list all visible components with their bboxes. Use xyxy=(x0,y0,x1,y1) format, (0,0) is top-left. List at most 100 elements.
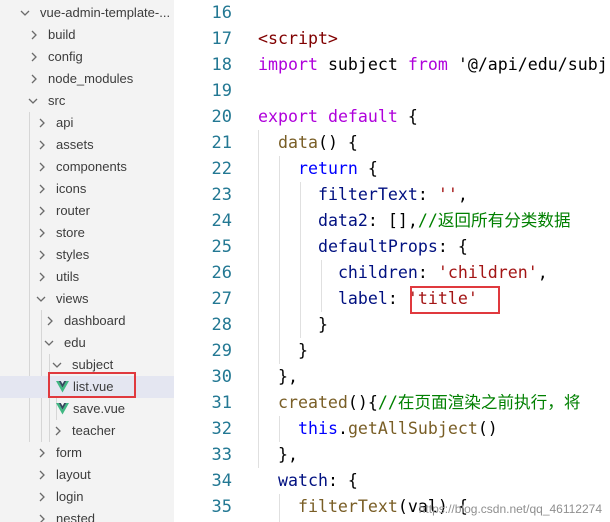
line-number: 26 xyxy=(211,263,232,283)
explorer-item-api[interactable]: api xyxy=(0,112,174,134)
explorer-item-label: views xyxy=(56,291,89,306)
line-number: 17 xyxy=(211,29,232,49)
explorer-item-components[interactable]: components xyxy=(0,156,174,178)
chevron-right-icon xyxy=(38,512,46,522)
chevron-right-icon xyxy=(38,160,46,174)
chevron-right-icon xyxy=(38,270,46,284)
line-number: 28 xyxy=(211,315,232,335)
explorer-item-label: dashboard xyxy=(64,313,126,328)
code-line[interactable]: defaultProps: { xyxy=(258,234,468,260)
code-line[interactable]: } xyxy=(258,338,308,364)
line-number: 25 xyxy=(211,237,232,257)
explorer-item-label: router xyxy=(56,203,90,218)
code-line[interactable]: }, xyxy=(258,442,298,468)
chevron-right-icon xyxy=(46,314,54,328)
code-line[interactable]: export default { xyxy=(258,104,418,130)
explorer-item-label: icons xyxy=(56,181,87,196)
explorer-item-nested[interactable]: nested xyxy=(0,508,174,522)
explorer-item-label: form xyxy=(56,445,82,460)
code-line[interactable]: watch: { xyxy=(258,468,358,494)
line-number: 19 xyxy=(211,81,232,101)
explorer-item-views[interactable]: views xyxy=(0,288,174,310)
code-line[interactable]: data() { xyxy=(258,130,358,156)
line-number: 18 xyxy=(211,55,232,75)
chevron-right-icon xyxy=(38,116,46,130)
explorer-item-icons[interactable]: icons xyxy=(0,178,174,200)
chevron-right-icon xyxy=(30,50,38,64)
line-number: 35 xyxy=(211,497,232,517)
explorer-item-label: config xyxy=(48,49,83,64)
chevron-right-icon xyxy=(38,204,46,218)
chevron-down-icon xyxy=(28,94,38,108)
code-line[interactable]: children: 'children', xyxy=(258,260,548,286)
explorer-item-src[interactable]: src xyxy=(0,90,174,112)
explorer-item-dashboard[interactable]: dashboard xyxy=(0,310,174,332)
code-line[interactable]: }, xyxy=(258,364,298,390)
line-number: 32 xyxy=(211,419,232,439)
chevron-right-icon xyxy=(38,468,46,482)
explorer-item-assets[interactable]: assets xyxy=(0,134,174,156)
explorer-item-label: store xyxy=(56,225,85,240)
line-number: 27 xyxy=(211,289,232,309)
line-number: 23 xyxy=(211,185,232,205)
explorer-item-build[interactable]: build xyxy=(0,24,174,46)
chevron-right-icon xyxy=(38,138,46,152)
explorer-item-label: api xyxy=(56,115,74,130)
explorer-item-label: styles xyxy=(56,247,90,262)
explorer-item-vue-admin-template[interactable]: vue-admin-template-... xyxy=(0,2,174,24)
code-line[interactable]: <script> xyxy=(258,26,338,52)
explorer-item-label: login xyxy=(56,489,84,504)
explorer-item-form[interactable]: form xyxy=(0,442,174,464)
line-number: 30 xyxy=(211,367,232,387)
explorer-item-login[interactable]: login xyxy=(0,486,174,508)
explorer-item-styles[interactable]: styles xyxy=(0,244,174,266)
explorer-item-label: subject xyxy=(72,357,114,372)
explorer-item-label: teacher xyxy=(72,423,116,438)
chevron-down-icon xyxy=(52,358,62,372)
chevron-right-icon xyxy=(54,424,62,438)
explorer-item-utils[interactable]: utils xyxy=(0,266,174,288)
code-line[interactable]: data2: [],//返回所有分类数据 xyxy=(258,208,571,234)
explorer-item-label: save.vue xyxy=(73,401,126,416)
code-editor[interactable]: 16 17 <script> 18 import subject from '@/api… xyxy=(174,0,610,522)
explorer-item-teacher[interactable]: teacher xyxy=(0,420,174,442)
chevron-down-icon xyxy=(36,292,46,306)
line-number: 20 xyxy=(211,107,232,127)
explorer-item-label: assets xyxy=(56,137,94,152)
code-line[interactable]: return { xyxy=(258,156,378,182)
line-number: 24 xyxy=(211,211,232,231)
explorer-item-save-vue[interactable]: save.vue xyxy=(0,398,174,420)
explorer-item-label: src xyxy=(48,93,66,108)
explorer-item-store[interactable]: store xyxy=(0,222,174,244)
code-line[interactable]: filterText: '', xyxy=(258,182,468,208)
chevron-right-icon xyxy=(38,182,46,196)
explorer-item-label: utils xyxy=(56,269,80,284)
explorer-item-label: edu xyxy=(64,335,86,350)
chevron-down-icon xyxy=(20,6,30,20)
chevron-down-icon xyxy=(44,336,54,350)
explorer-item-edu[interactable]: edu xyxy=(0,332,174,354)
explorer-item-label: vue-admin-template-... xyxy=(40,5,171,20)
explorer-item-router[interactable]: router xyxy=(0,200,174,222)
line-number: 21 xyxy=(211,133,232,153)
line-number: 33 xyxy=(211,445,232,465)
explorer-item-node-modules[interactable]: node_modules xyxy=(0,68,174,90)
code-line[interactable]: } xyxy=(258,312,328,338)
explorer-item-label: layout xyxy=(56,467,91,482)
explorer-item-config[interactable]: config xyxy=(0,46,174,68)
code-line[interactable]: created(){//在页面渲染之前执行，将 xyxy=(258,390,580,416)
code-line[interactable]: this.getAllSubject() xyxy=(258,416,498,442)
vue-file-icon xyxy=(56,403,69,415)
explorer-item-label: build xyxy=(48,27,76,42)
chevron-right-icon xyxy=(38,490,46,504)
list-vue-highlight-box xyxy=(48,372,136,398)
file-explorer: vue-admin-template-... build config node_mo… xyxy=(0,0,174,522)
line-number: 16 xyxy=(211,3,232,23)
line-number: 31 xyxy=(211,393,232,413)
title-value-highlight-box xyxy=(410,286,500,314)
code-line[interactable]: import subject from '@/api/edu/subj xyxy=(258,52,608,78)
explorer-item-label: components xyxy=(56,159,127,174)
line-number: 22 xyxy=(211,159,232,179)
explorer-item-layout[interactable]: layout xyxy=(0,464,174,486)
watermark: https://blog.csdn.net/qq_46112274 xyxy=(418,502,602,516)
